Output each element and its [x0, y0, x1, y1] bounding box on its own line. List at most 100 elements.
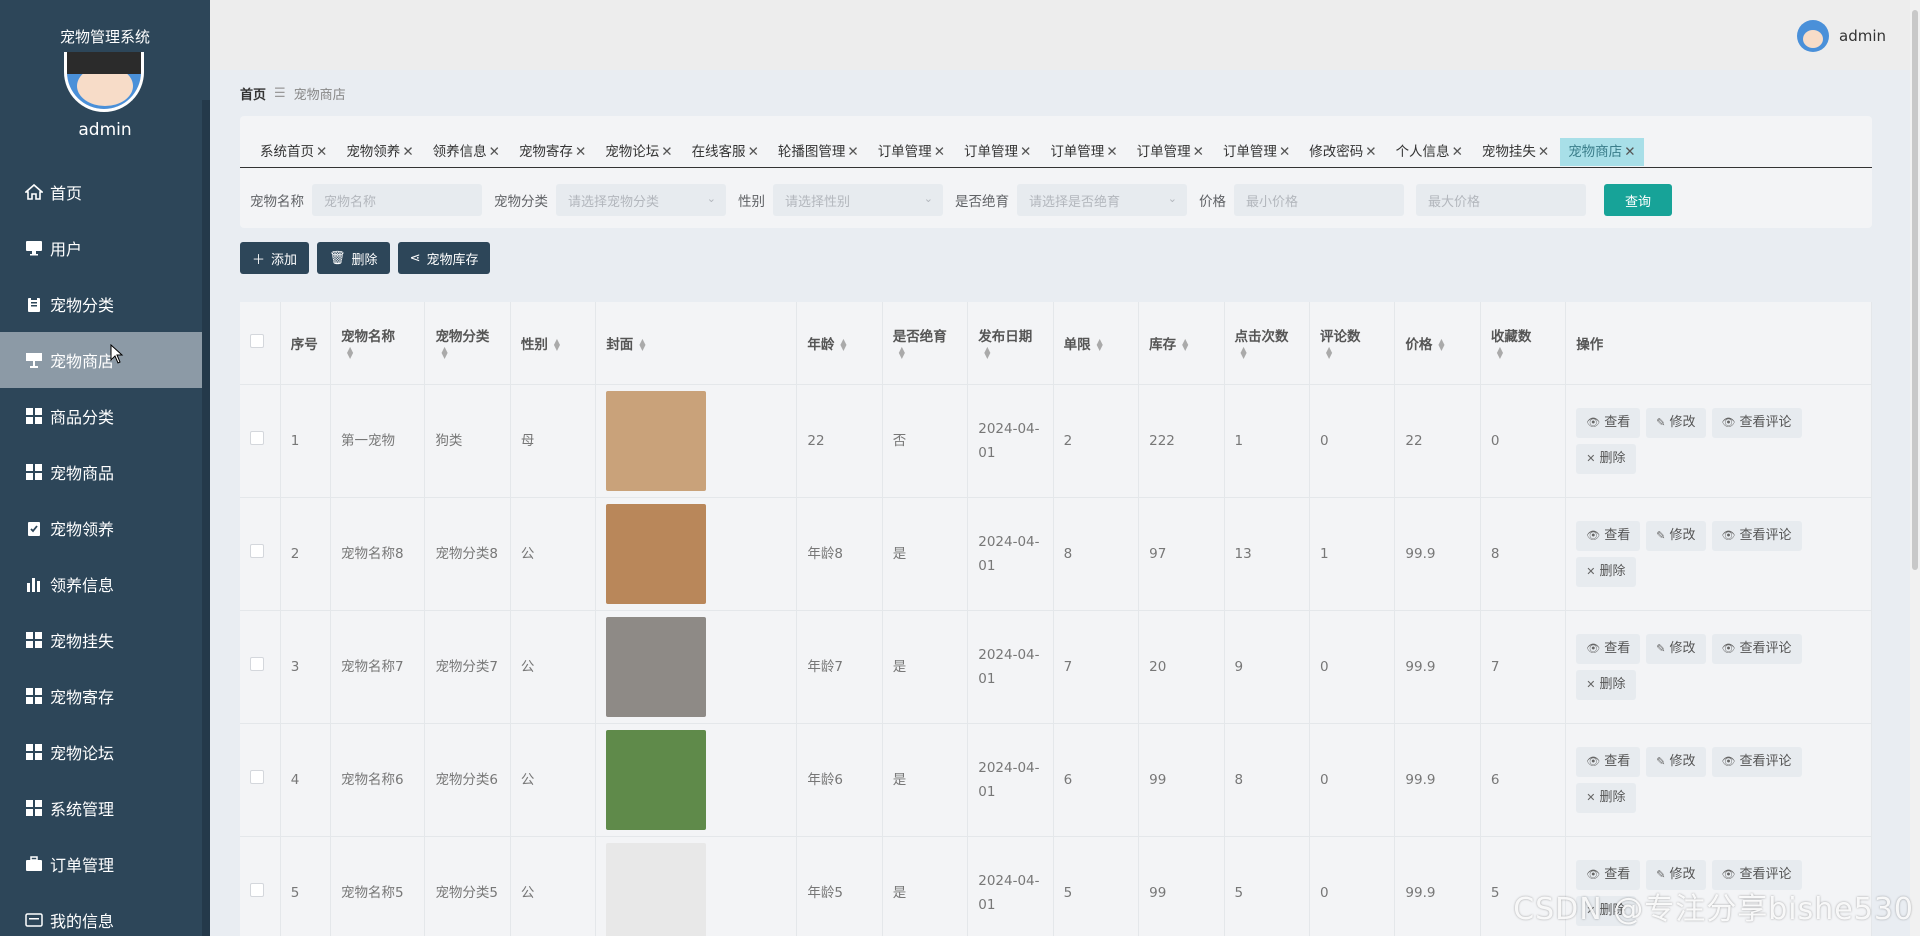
sidebar-scrollbar[interactable] [202, 100, 210, 936]
view-comments-button[interactable]: 👁 查看评论 [1711, 633, 1802, 664]
tab[interactable]: 宠物领养 ✕ [338, 138, 421, 166]
user-menu[interactable]: admin [1797, 20, 1886, 52]
close-icon[interactable]: ✕ [1020, 144, 1031, 160]
sterilized-select[interactable]: 请选择是否绝育 ⌄ [1017, 184, 1187, 216]
tab[interactable]: 领养信息 ✕ [425, 138, 508, 166]
stock-button[interactable]: ⋖ 宠物库存 [397, 242, 491, 274]
close-icon[interactable]: ✕ [489, 144, 500, 160]
sidebar-item[interactable]: 商品分类 [0, 388, 210, 444]
col-stock[interactable]: 库存 ▲ ▼ [1138, 302, 1225, 385]
col-price[interactable]: 价格 ▲ ▼ [1394, 302, 1481, 385]
delete-row-button[interactable]: ✕ 删除 [1576, 443, 1636, 474]
row-checkbox[interactable] [240, 836, 281, 936]
sidebar-item[interactable]: 订单管理 [0, 836, 210, 892]
tab[interactable]: 订单管理 ✕ [1129, 138, 1212, 166]
col-limit[interactable]: 单限 ▲ ▼ [1053, 302, 1140, 385]
close-icon[interactable]: ✕ [1538, 144, 1549, 160]
tab[interactable]: 宠物寄存 ✕ [511, 138, 594, 166]
edit-button[interactable]: ✎ 修改 [1646, 407, 1706, 438]
col-date[interactable]: 发布日期 ▲ ▼ [967, 302, 1054, 385]
sort-icon[interactable]: ▲ ▼ [1241, 345, 1247, 359]
tab[interactable]: 修改密码 ✕ [1301, 138, 1384, 166]
row-checkbox[interactable] [240, 497, 281, 611]
sidebar-item[interactable]: 领养信息 [0, 556, 210, 612]
edit-button[interactable]: ✎ 修改 [1646, 746, 1706, 777]
close-icon[interactable]: ✕ [575, 144, 586, 160]
tab[interactable]: 个人信息 ✕ [1388, 138, 1471, 166]
tab[interactable]: 宠物论坛 ✕ [597, 138, 680, 166]
view-comments-button[interactable]: 👁 查看评论 [1711, 520, 1802, 551]
col-comments[interactable]: 评论数 ▲ ▼ [1309, 302, 1396, 385]
sidebar-item[interactable]: 首页 [0, 164, 210, 220]
close-icon[interactable]: ✕ [847, 144, 858, 160]
add-button[interactable]: ＋添加 [240, 242, 310, 274]
sidebar-item[interactable]: 宠物分类 [0, 276, 210, 332]
sort-icon[interactable]: ▲ ▼ [347, 345, 353, 359]
sidebar-item[interactable]: 宠物商店 [0, 332, 210, 388]
sort-icon[interactable]: ▲ ▼ [984, 345, 990, 359]
tab[interactable]: 轮播图管理 ✕ [770, 138, 867, 166]
close-icon[interactable]: ✕ [1193, 144, 1204, 160]
max-price-input[interactable]: 最大价格 [1416, 184, 1586, 216]
name-input[interactable]: 宠物名称 [312, 184, 482, 216]
row-checkbox[interactable] [240, 610, 281, 724]
tab[interactable]: 宠物挂失 ✕ [1474, 138, 1557, 166]
view-comments-button[interactable]: 👁 查看评论 [1711, 407, 1802, 438]
sidebar-item[interactable]: 我的信息 [0, 892, 210, 936]
sort-icon[interactable]: ▲ ▼ [840, 337, 846, 351]
close-icon[interactable]: ✕ [934, 144, 945, 160]
sidebar-item[interactable]: 用户 [0, 220, 210, 276]
breadcrumb-home[interactable]: 首页 [240, 84, 266, 103]
select-all-checkbox[interactable] [240, 302, 281, 385]
edit-button[interactable]: ✎ 修改 [1646, 633, 1706, 664]
close-icon[interactable]: ✕ [1279, 144, 1290, 160]
sort-icon[interactable]: ▲ ▼ [441, 345, 447, 359]
category-select[interactable]: 请选择宠物分类 ⌄ [556, 184, 726, 216]
page-scrollbar[interactable] [1910, 0, 1920, 936]
col-age[interactable]: 年龄 ▲ ▼ [796, 302, 883, 385]
col-favorites[interactable]: 收藏数 ▲ ▼ [1480, 302, 1567, 385]
close-icon[interactable]: ✕ [316, 144, 327, 160]
col-sterilized[interactable]: 是否绝育 ▲ ▼ [882, 302, 969, 385]
sort-icon[interactable]: ▲ ▼ [554, 337, 560, 351]
close-icon[interactable]: ✕ [1106, 144, 1117, 160]
pet-image[interactable] [606, 616, 707, 717]
delete-button[interactable]: 🗑 删除 [317, 242, 390, 274]
tab[interactable]: 订单管理 ✕ [1042, 138, 1125, 166]
col-clicks[interactable]: 点击次数 ▲ ▼ [1224, 302, 1310, 385]
tab[interactable]: 在线客服 ✕ [684, 138, 767, 166]
search-button[interactable]: 查询 [1604, 184, 1672, 216]
close-icon[interactable]: ✕ [402, 144, 413, 160]
sort-icon[interactable]: ▲ ▼ [1326, 345, 1332, 359]
view-button[interactable]: 👁 查看 [1576, 407, 1641, 438]
row-checkbox[interactable] [240, 723, 281, 837]
close-icon[interactable]: ✕ [1624, 144, 1635, 160]
view-comments-button[interactable]: 👁 查看评论 [1711, 746, 1802, 777]
sort-icon[interactable]: ▲ ▼ [1097, 337, 1103, 351]
col-name[interactable]: 宠物名称 ▲ ▼ [330, 302, 426, 385]
col-gender[interactable]: 性别 ▲ ▼ [510, 302, 597, 385]
col-cover[interactable]: 封面 ▲ ▼ [595, 302, 798, 385]
sidebar-item[interactable]: 宠物商品 [0, 444, 210, 500]
pet-image[interactable] [606, 503, 707, 604]
sidebar-item[interactable]: 宠物领养 [0, 500, 210, 556]
close-icon[interactable]: ✕ [1365, 144, 1376, 160]
tab[interactable]: 订单管理 ✕ [1215, 138, 1298, 166]
gender-select[interactable]: 请选择性别 ⌄ [773, 184, 943, 216]
delete-row-button[interactable]: ✕ 删除 [1576, 556, 1636, 587]
view-button[interactable]: 👁 查看 [1576, 520, 1641, 551]
close-icon[interactable]: ✕ [661, 144, 672, 160]
sort-icon[interactable]: ▲ ▼ [639, 337, 645, 351]
tab[interactable]: 订单管理 ✕ [956, 138, 1039, 166]
col-category[interactable]: 宠物分类 ▲ ▼ [424, 302, 511, 385]
pet-image[interactable] [606, 842, 707, 936]
min-price-input[interactable]: 最小价格 [1234, 184, 1404, 216]
sort-icon[interactable]: ▲ ▼ [899, 345, 905, 359]
sort-icon[interactable]: ▲ ▼ [1497, 345, 1503, 359]
pet-image[interactable] [606, 729, 707, 830]
edit-button[interactable]: ✎ 修改 [1646, 520, 1706, 551]
delete-row-button[interactable]: ✕ 删除 [1576, 669, 1636, 700]
close-icon[interactable]: ✕ [748, 144, 759, 160]
row-checkbox[interactable] [240, 384, 281, 498]
tab[interactable]: 订单管理 ✕ [870, 138, 953, 166]
